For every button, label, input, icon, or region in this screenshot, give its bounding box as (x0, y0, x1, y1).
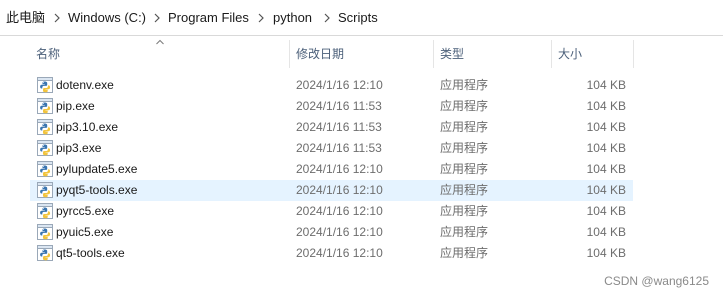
file-size: 104 KB (586, 246, 626, 260)
file-size: 104 KB (586, 141, 626, 155)
breadcrumb-program-files[interactable]: Program Files (168, 10, 249, 26)
python-exe-icon (37, 140, 53, 156)
file-modified-date: 2024/1/16 11:53 (296, 99, 382, 113)
python-exe-icon (37, 245, 53, 261)
python-exe-icon (37, 77, 53, 93)
column-header-name[interactable]: 名称 (30, 38, 290, 70)
python-exe-icon (37, 224, 53, 240)
file-type: 应用程序 (440, 204, 489, 218)
file-modified-date: 2024/1/16 12:10 (296, 78, 383, 92)
file-row[interactable]: pyuic5.exe 2024/1/16 12:10 应用程序 104 KB (30, 222, 633, 243)
python-exe-icon (37, 161, 53, 177)
breadcrumb-chevron-icon[interactable] (256, 10, 266, 26)
file-type: 应用程序 (440, 141, 489, 155)
python-exe-icon (37, 182, 53, 198)
file-row[interactable]: pyrcc5.exe 2024/1/16 12:10 应用程序 104 KB (30, 201, 633, 222)
breadcrumb-python[interactable]: python (273, 10, 312, 26)
file-modified-date: 2024/1/16 12:10 (296, 204, 383, 218)
column-divider[interactable] (633, 40, 634, 68)
file-name: pip3.10.exe (56, 120, 119, 134)
file-size: 104 KB (586, 225, 626, 239)
file-type: 应用程序 (440, 246, 489, 260)
file-name: pip3.exe (56, 141, 102, 155)
breadcrumb-chevron-icon[interactable] (52, 10, 62, 26)
column-divider[interactable] (289, 40, 290, 68)
file-row[interactable]: pip3.10.exe 2024/1/16 11:53 应用程序 104 KB (30, 117, 633, 138)
file-row[interactable]: dotenv.exe 2024/1/16 12:10 应用程序 104 KB (30, 75, 633, 96)
file-size: 104 KB (586, 162, 626, 176)
file-modified-date: 2024/1/16 11:53 (296, 120, 382, 134)
file-size: 104 KB (586, 99, 626, 113)
file-size: 104 KB (586, 204, 626, 218)
file-row[interactable]: pip3.exe 2024/1/16 11:53 应用程序 104 KB (30, 138, 633, 159)
column-divider[interactable] (551, 40, 552, 68)
file-row[interactable]: pip.exe 2024/1/16 11:53 应用程序 104 KB (30, 96, 633, 117)
file-type: 应用程序 (440, 120, 489, 134)
file-name: pylupdate5.exe (56, 162, 138, 176)
file-name: pip.exe (56, 99, 95, 113)
file-modified-date: 2024/1/16 12:10 (296, 183, 383, 197)
file-type: 应用程序 (440, 183, 489, 197)
file-row[interactable]: pylupdate5.exe 2024/1/16 12:10 应用程序 104 KB (30, 159, 633, 180)
column-divider[interactable] (433, 40, 434, 68)
breadcrumb-chevron-icon[interactable] (152, 10, 162, 26)
address-bar[interactable]: 此电脑 Windows (C:) Program Files python Sc… (0, 0, 723, 36)
file-name: dotenv.exe (56, 78, 114, 92)
file-modified-date: 2024/1/16 11:53 (296, 141, 382, 155)
file-type: 应用程序 (440, 225, 489, 239)
breadcrumb-drive-c[interactable]: Windows (C:) (68, 10, 146, 26)
breadcrumb-this-pc[interactable]: 此电脑 (6, 10, 45, 26)
python-exe-icon (37, 203, 53, 219)
file-type: 应用程序 (440, 78, 489, 92)
column-header-date[interactable]: 修改日期 (290, 38, 434, 70)
file-modified-date: 2024/1/16 12:10 (296, 162, 383, 176)
file-name: pyqt5-tools.exe (56, 183, 138, 197)
python-exe-icon (37, 98, 53, 114)
file-row[interactable]: qt5-tools.exe 2024/1/16 12:10 应用程序 104 KB (30, 243, 633, 264)
breadcrumb-scripts[interactable]: Scripts (338, 10, 378, 26)
watermark: CSDN @wang6125 (604, 274, 709, 288)
column-header-row: 名称 修改日期 类型 大小 (30, 38, 633, 70)
column-header-type[interactable]: 类型 (434, 38, 552, 70)
column-header-size[interactable]: 大小 (552, 38, 633, 70)
python-exe-icon (37, 119, 53, 135)
file-name: pyuic5.exe (56, 225, 114, 239)
file-type: 应用程序 (440, 162, 489, 176)
file-modified-date: 2024/1/16 12:10 (296, 246, 383, 260)
file-size: 104 KB (586, 120, 626, 134)
file-name: pyrcc5.exe (56, 204, 115, 218)
breadcrumb-chevron-icon[interactable] (322, 10, 332, 26)
file-row[interactable]: pyqt5-tools.exe 2024/1/16 12:10 应用程序 104 KB (30, 180, 633, 201)
file-size: 104 KB (586, 183, 626, 197)
file-name: qt5-tools.exe (56, 246, 125, 260)
file-type: 应用程序 (440, 99, 489, 113)
file-modified-date: 2024/1/16 12:10 (296, 225, 383, 239)
file-size: 104 KB (586, 78, 626, 92)
